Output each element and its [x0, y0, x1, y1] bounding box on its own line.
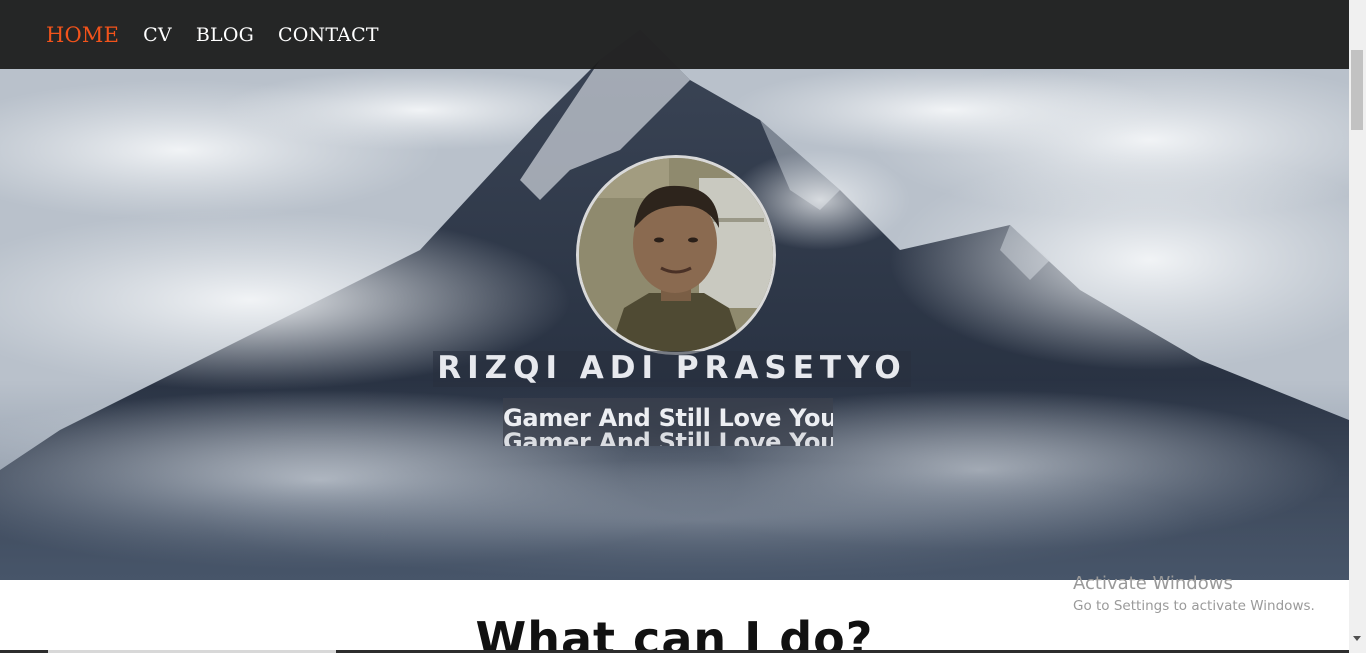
nav-link-home[interactable]: HOME — [46, 23, 119, 47]
windows-activation-watermark: Activate Windows Go to Settings to activ… — [1073, 573, 1315, 614]
nav-link-cv[interactable]: CV — [143, 24, 172, 46]
page: HOME CV BLOG CONTACT RIZQI ADI PRASETYO — [0, 0, 1349, 653]
vertical-scrollbar[interactable] — [1349, 0, 1366, 653]
tagline-box: Gamer And Still Love You Gamer And Still… — [503, 398, 833, 446]
watermark-title: Activate Windows — [1073, 573, 1233, 594]
scroll-down-arrow-icon[interactable] — [1353, 636, 1361, 641]
tagline-text-next: Gamer And Still Love You — [503, 428, 833, 446]
top-navbar: HOME CV BLOG CONTACT — [0, 0, 1349, 69]
avatar-icon — [579, 158, 773, 352]
section-title: What can I do? — [475, 612, 874, 653]
nav-link-contact[interactable]: CONTACT — [278, 24, 379, 46]
profile-name: RIZQI ADI PRASETYO — [437, 350, 907, 386]
scrollbar-thumb[interactable] — [1351, 50, 1363, 130]
nav-link-blog[interactable]: BLOG — [196, 24, 254, 46]
watermark-subtitle: Go to Settings to activate Windows. — [1073, 598, 1315, 614]
profile-avatar — [576, 155, 776, 355]
